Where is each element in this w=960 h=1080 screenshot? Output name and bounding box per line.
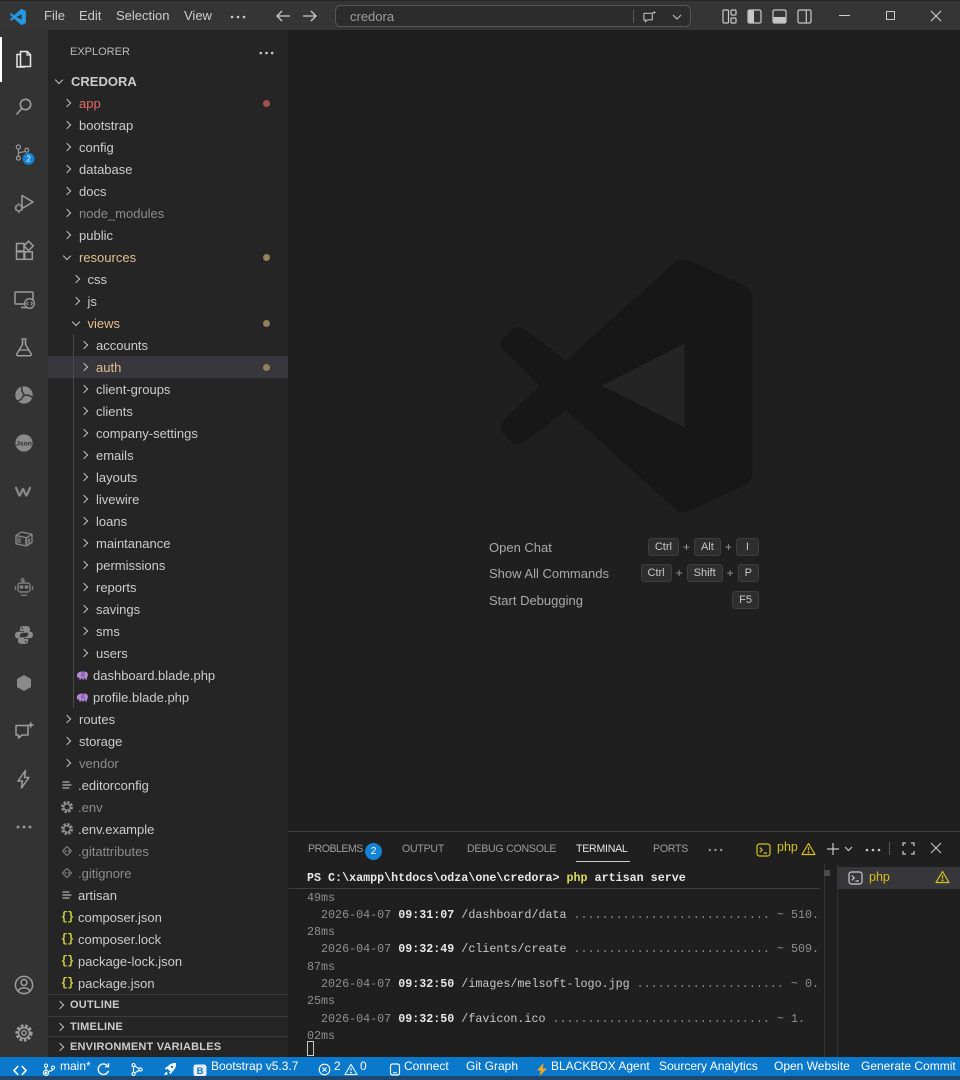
- svg-text:B: B: [197, 1065, 204, 1076]
- svg-text:Json: Json: [16, 441, 32, 448]
- svg-text:2: 2: [26, 154, 31, 164]
